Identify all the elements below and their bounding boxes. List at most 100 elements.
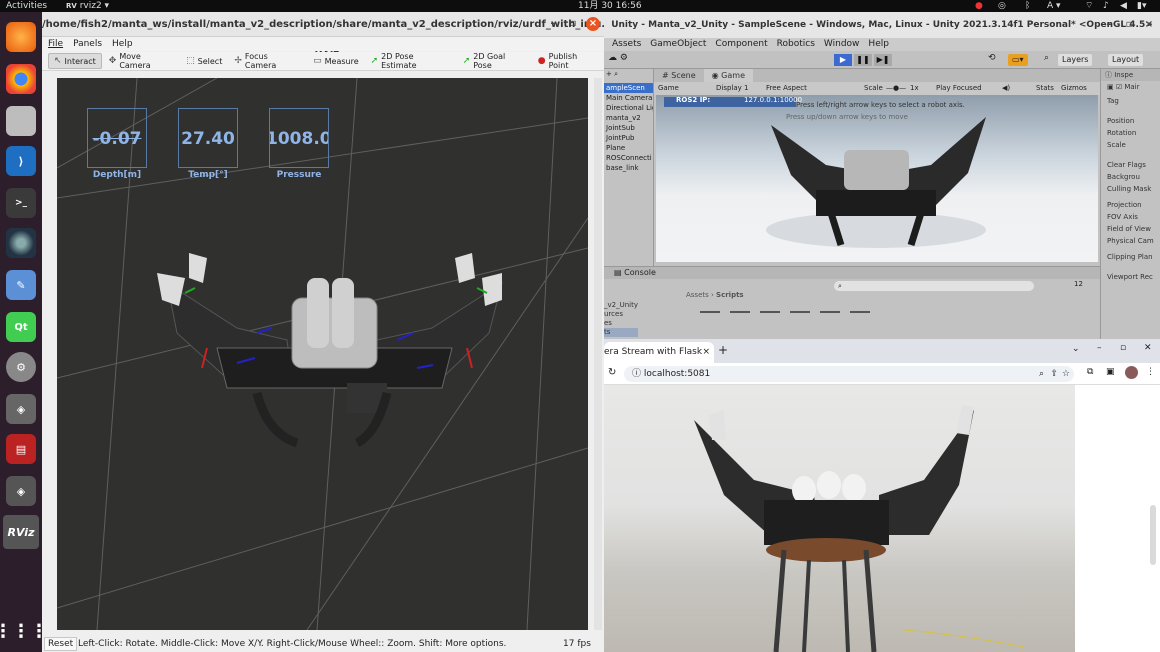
menu-help[interactable]: Help [868, 38, 889, 51]
layers-dropdown[interactable]: Layers [1058, 54, 1093, 66]
project-item[interactable]: es [604, 319, 638, 328]
unity-icon[interactable]: ◈ [6, 476, 36, 506]
menu-file[interactable]: File [48, 37, 63, 51]
hierarchy-item[interactable]: JointPub [604, 133, 653, 143]
panel-splitter[interactable] [46, 74, 51, 634]
object-name[interactable]: ▣ ☑ Mair [1101, 81, 1160, 95]
sidepanel-icon[interactable]: ▣ [1106, 367, 1115, 377]
vscode-icon[interactable]: ⟩ [6, 146, 36, 176]
minimize-button[interactable]: – [1102, 18, 1116, 32]
search-icon[interactable]: ⌕ [1044, 53, 1049, 63]
hierarchy-item[interactable]: Directional Lig [604, 103, 653, 113]
step-button[interactable]: ▶❚ [874, 54, 892, 66]
unity-title-bar[interactable]: Unity - Manta_v2_Unity - SampleScene - W… [604, 12, 1160, 38]
aspect-dropdown[interactable]: Free Aspect [766, 82, 807, 95]
chrome-icon[interactable] [6, 64, 36, 94]
layers-select-icon[interactable]: ▭▾ [1008, 54, 1028, 66]
tool-measure[interactable]: ▭ Measure [308, 53, 364, 69]
volume-icon[interactable]: ◀ [1120, 0, 1127, 12]
wifi-icon[interactable]: ⌔ [1085, 0, 1093, 12]
menu-robotics[interactable]: Robotics [777, 38, 815, 51]
hierarchy-item[interactable]: Plane [604, 143, 653, 153]
zoom-icon[interactable]: ⌕ [1039, 366, 1044, 382]
close-button[interactable]: × [586, 17, 600, 31]
bookmark-icon[interactable]: ☆ [1062, 366, 1070, 382]
rviz-icon[interactable]: RViz [3, 515, 39, 549]
terminal-icon[interactable]: >_ [6, 188, 36, 218]
menu-gameobject[interactable]: GameObject [650, 38, 706, 51]
hierarchy-item[interactable]: ROSConnecti [604, 153, 653, 163]
reload-icon[interactable]: ↻ [608, 367, 616, 378]
keyboard-indicator[interactable]: A ▾ [1047, 0, 1061, 12]
side-panel-splitter[interactable] [594, 78, 602, 630]
new-tab-button[interactable]: + [718, 343, 728, 357]
close-button[interactable]: ✕ [1144, 343, 1152, 353]
minimize-button[interactable]: – [1097, 343, 1102, 353]
tool-2d-pose-estimate[interactable]: ➚ 2D Pose Estimate [366, 52, 456, 70]
search-field[interactable]: ⌕ [834, 281, 1034, 291]
tab-search-icon[interactable]: ⌄ [1072, 344, 1080, 354]
tab-scene[interactable]: # Scene [654, 69, 704, 82]
hierarchy-item[interactable]: manta_v2 [604, 113, 653, 123]
play-button[interactable]: ▶ [834, 54, 852, 66]
account-icon[interactable]: ☁ ⚙ [608, 53, 628, 63]
play-focused-dropdown[interactable]: Play Focused [936, 82, 982, 95]
browser-tab[interactable]: era Stream with Flask × [604, 342, 714, 363]
close-tab-icon[interactable]: × [702, 342, 710, 363]
rqt-icon[interactable]: ▤ [6, 434, 36, 464]
layout-dropdown[interactable]: Layout [1108, 54, 1144, 66]
tool-focus-camera[interactable]: ✢ Focus Camera [229, 52, 306, 70]
page-scrollbar[interactable] [1150, 505, 1156, 565]
project-item[interactable]: ts [604, 328, 638, 337]
menu-assets[interactable]: Assets [612, 38, 641, 51]
close-button[interactable]: × [1142, 18, 1156, 32]
tool-interact[interactable]: ↖ Interact [48, 53, 102, 69]
menu-help[interactable]: Help [112, 37, 133, 51]
rviz-title-bar[interactable]: /home/fish2/manta_ws/install/manta_v2_de… [42, 12, 631, 55]
unity-hub-icon[interactable]: ◈ [6, 394, 36, 424]
hierarchy-item[interactable]: base_link [604, 163, 653, 173]
reset-button[interactable]: Reset [44, 637, 78, 651]
project-item[interactable]: urces [604, 310, 638, 319]
menu-component[interactable]: Component [715, 38, 767, 51]
network-tray-icon[interactable]: ◎ [998, 0, 1006, 12]
menu-window[interactable]: Window [824, 38, 860, 51]
hierarchy-item[interactable]: Main Camera [604, 93, 653, 103]
game-mode-dropdown[interactable]: Game [658, 82, 679, 95]
text-editor-icon[interactable]: ✎ [6, 270, 36, 300]
avatar[interactable] [1125, 366, 1138, 379]
hierarchy-item[interactable]: ampleScen [604, 83, 653, 93]
history-icon[interactable]: ⟲ [988, 53, 996, 63]
console-tab[interactable]: ▤ Console [604, 267, 1100, 279]
battery-icon[interactable]: ▮▾ [1137, 0, 1146, 12]
qt-icon[interactable]: Qt [6, 312, 36, 342]
maximize-button[interactable]: ▫ [1122, 18, 1136, 32]
firefox-icon[interactable] [6, 22, 36, 52]
mic-icon[interactable]: ♪ [1103, 0, 1109, 12]
tool-2d-goal-pose[interactable]: ➚ 2D Goal Pose [458, 52, 531, 70]
tool-publish-point[interactable]: ● Publish Point [533, 52, 604, 70]
apps-grid-icon[interactable]: ⋮⋮⋮ [0, 616, 48, 646]
extensions-icon[interactable]: ⧉ [1087, 367, 1093, 377]
maximize-button[interactable]: ▫ [1120, 343, 1126, 353]
settings-icon[interactable]: ⚙ [6, 352, 36, 382]
pause-button[interactable]: ❚❚ [854, 54, 872, 66]
stats-toggle[interactable]: Stats [1036, 82, 1054, 95]
activities-button[interactable]: Activities [6, 0, 47, 12]
mute-icon[interactable]: ◀) [1002, 82, 1010, 95]
maximize-button[interactable]: ▫ [566, 17, 580, 31]
menu-panels[interactable]: Panels [73, 37, 102, 51]
url-field[interactable]: ⓘ localhost:5081 ⌕ ⇪ ☆ [624, 366, 1074, 382]
bluetooth-icon[interactable]: ᛒ [1025, 0, 1030, 12]
gizmos-toggle[interactable]: Gizmos [1061, 82, 1087, 95]
inspector-tab[interactable]: ⓘ Inspe [1101, 69, 1160, 81]
scale-slider[interactable]: —●— [886, 82, 906, 95]
game-view[interactable]: ROS2 IP: 127.0.0.1:10000 Press left/righ… [656, 95, 1098, 262]
tab-game[interactable]: ◉ Game [703, 69, 753, 82]
tool-move-camera[interactable]: ✥ Move Camera [104, 52, 179, 70]
app-menu[interactable]: RV rviz2 ▾ [66, 0, 109, 12]
files-icon[interactable] [6, 106, 36, 136]
camera-icon[interactable] [6, 228, 36, 258]
clock[interactable]: 11月 30 16:56 [578, 0, 642, 12]
share-icon[interactable]: ⇪ [1050, 366, 1058, 382]
